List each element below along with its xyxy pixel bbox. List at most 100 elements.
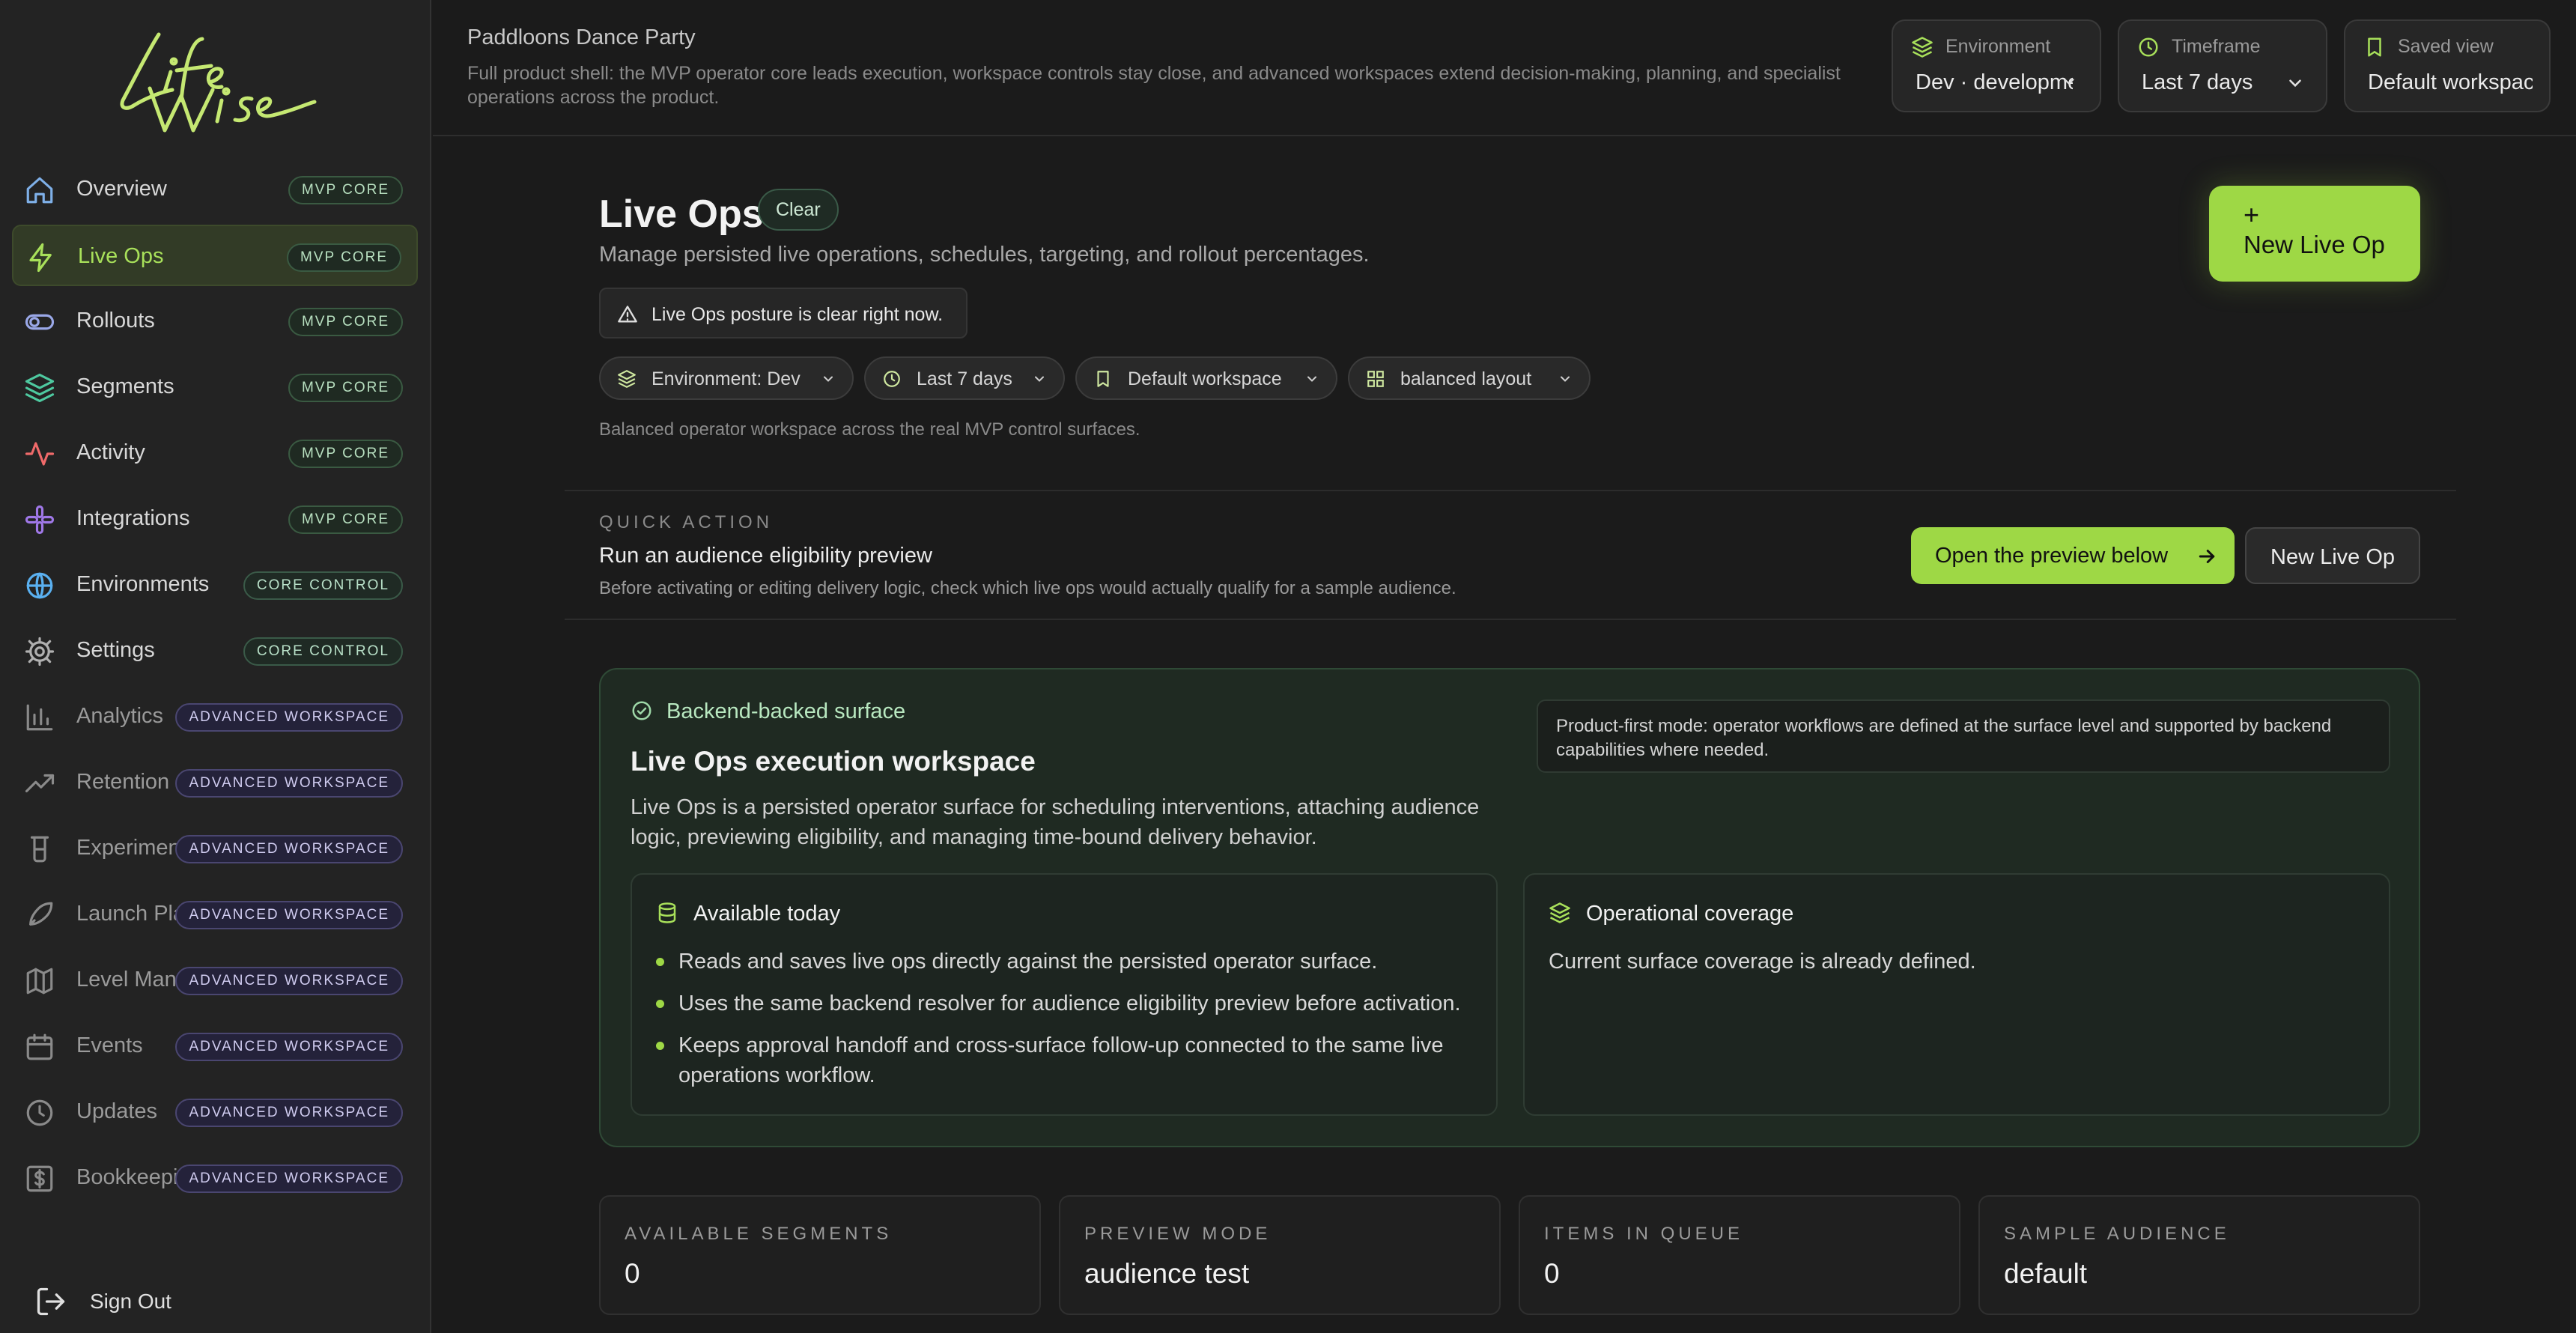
divider (565, 619, 2456, 620)
bookmark-icon (1093, 369, 1113, 389)
sidebar-item-label: Rollouts (76, 309, 155, 333)
timeframe-chip[interactable]: Last 7 days (864, 356, 1065, 400)
sidebar-item-badge: MVP CORE (288, 440, 403, 468)
stat-value: 0 (1544, 1258, 1560, 1289)
layers-icon (24, 372, 55, 404)
operational-coverage-text: Current surface coverage is already defi… (1549, 950, 1976, 974)
environment-selector[interactable]: Environment Dev · development (1892, 19, 2101, 112)
sidebar-item-launch-planning[interactable]: Launch Planning ADVANCED WORKSPACE (12, 884, 418, 945)
sidebar-item-experiments[interactable]: Experiments ADVANCED WORKSPACE (12, 818, 418, 879)
stat-card-items-in-queue: ITEMS IN QUEUE 0 (1519, 1195, 1960, 1315)
chevron-down-icon (2061, 73, 2080, 93)
saved-view-selector[interactable]: Saved view Default workspace (2344, 19, 2551, 112)
lifewise-logo[interactable] (112, 18, 322, 138)
operational-coverage-title: Operational coverage (1586, 902, 1794, 926)
chevron-down-icon (1304, 371, 1319, 386)
timeframe-selector[interactable]: Timeframe Last 7 days (2118, 19, 2327, 112)
layout-chip[interactable]: balanced layout (1348, 356, 1591, 400)
sidebar-item-overview[interactable]: Overview MVP CORE (12, 159, 418, 220)
sidebar-item-live-ops[interactable]: Live Ops MVP CORE (12, 225, 418, 286)
available-today-title: Available today (693, 902, 841, 926)
sidebar-item-settings[interactable]: Settings CORE CONTROL (12, 620, 418, 681)
beaker-icon (24, 833, 55, 865)
list-item: Keeps approval handoff and cross-surface… (656, 1030, 1480, 1090)
sidebar-item-badge: ADVANCED WORKSPACE (175, 703, 403, 732)
environment-chip-label: Environment: Dev (651, 368, 801, 389)
open-preview-button[interactable]: Open the preview below (1911, 527, 2235, 584)
lightning-icon (25, 242, 57, 273)
saved-view-label: Saved view (2398, 36, 2494, 57)
sidebar: Overview MVP CORE Live Ops MVP CORE Rollouts… (0, 0, 431, 1333)
list-item: Uses the same backend resolver for audie… (656, 989, 1480, 1018)
sidebar-item-retention[interactable]: Retention ADVANCED WORKSPACE (12, 752, 418, 813)
environment-label: Environment (1945, 36, 2051, 57)
sidebar-item-label: Settings (76, 638, 155, 662)
layout-note: Balanced operator workspace across the r… (599, 419, 1140, 440)
sidebar-item-events[interactable]: Events ADVANCED WORKSPACE (12, 1015, 418, 1077)
quick-action-title: Run an audience eligibility preview (599, 544, 932, 568)
surface-tag: Backend-backed surface (666, 699, 906, 723)
sidebar-item-label: Environments (76, 572, 210, 596)
layout-chip-label: balanced layout (1400, 368, 1532, 389)
sidebar-nav: Overview MVP CORE Live Ops MVP CORE Rollouts… (12, 159, 418, 1213)
sidebar-item-label: Segments (76, 374, 174, 398)
calendar-icon (24, 1031, 55, 1063)
sidebar-item-updates[interactable]: Updates ADVANCED WORKSPACE (12, 1081, 418, 1143)
chevron-down-icon (1558, 371, 1573, 386)
arrow-right-icon (2196, 545, 2218, 568)
globe-icon (24, 570, 55, 601)
sidebar-item-integrations[interactable]: Integrations MVP CORE (12, 488, 418, 550)
layers-icon (1549, 902, 1571, 924)
sidebar-item-badge: MVP CORE (286, 243, 401, 272)
dollar-icon (24, 1163, 55, 1194)
sidebar-item-analytics[interactable]: Analytics ADVANCED WORKSPACE (12, 686, 418, 747)
sidebar-item-environments[interactable]: Environments CORE CONTROL (12, 554, 418, 616)
stat-value: audience test (1084, 1258, 1250, 1289)
gear-icon (24, 636, 55, 667)
page-title: Live Ops (599, 192, 764, 236)
environment-chip[interactable]: Environment: Dev (599, 356, 854, 400)
sidebar-item-badge: ADVANCED WORKSPACE (175, 1099, 403, 1127)
layers-icon (1911, 36, 1933, 58)
stat-card-preview-mode: PREVIEW MODE audience test (1059, 1195, 1501, 1315)
sidebar-item-label: Analytics (76, 704, 164, 728)
pulse-icon (24, 438, 55, 470)
quick-new-live-op-label: New Live Op (2270, 545, 2396, 569)
sign-out-button[interactable]: Sign Out (34, 1279, 259, 1321)
workspace-chip[interactable]: Default workspace (1075, 356, 1337, 400)
sidebar-item-label: Updates (76, 1099, 158, 1123)
new-live-op-button[interactable]: + New Live Op (2209, 186, 2420, 282)
stat-card-sample-audience: SAMPLE AUDIENCE default (1978, 1195, 2420, 1315)
sidebar-item-bookkeeping[interactable]: Bookkeeping ADVANCED WORKSPACE (12, 1147, 418, 1209)
stat-label: SAMPLE AUDIENCE (2004, 1224, 2230, 1244)
page-subtitle: Manage persisted live operations, schedu… (599, 243, 1370, 267)
plus-icon: + (2244, 199, 2260, 230)
bar-chart-icon (24, 702, 55, 733)
sidebar-item-segments[interactable]: Segments MVP CORE (12, 356, 418, 418)
top-bar: Paddloons Dance Party Full product shell… (433, 0, 2576, 136)
operational-coverage-card: Operational coverage Current surface cov… (1523, 873, 2390, 1116)
sidebar-item-label: Retention (76, 770, 170, 794)
database-icon (656, 902, 678, 924)
quick-action-label: QUICK ACTION (599, 512, 774, 532)
available-today-list: Reads and saves live ops directly agains… (656, 947, 1480, 1102)
saved-view-value: Default workspace (2368, 70, 2533, 94)
sidebar-item-badge: CORE CONTROL (243, 571, 403, 600)
sidebar-item-badge: ADVANCED WORKSPACE (175, 1165, 403, 1193)
quick-action-description: Before activating or editing delivery lo… (599, 578, 1456, 598)
workspace-description: Live Ops is a persisted operator surface… (631, 795, 1480, 849)
status-badge: Clear (758, 189, 839, 231)
stat-label: PREVIEW MODE (1084, 1224, 1272, 1244)
sidebar-item-rollouts[interactable]: Rollouts MVP CORE (12, 291, 418, 352)
timeframe-value: Last 7 days (2142, 70, 2253, 94)
bookmark-icon (2363, 36, 2386, 58)
sidebar-item-badge: ADVANCED WORKSPACE (175, 901, 403, 929)
quick-new-live-op-button[interactable]: New Live Op (2245, 527, 2420, 584)
sidebar-item-level-management[interactable]: Level Management ADVANCED WORKSPACE (12, 950, 418, 1011)
timeframe-chip-label: Last 7 days (917, 368, 1012, 389)
sidebar-item-label: Live Ops (78, 244, 164, 268)
stat-value: default (2004, 1258, 2088, 1289)
sidebar-item-badge: MVP CORE (288, 308, 403, 336)
warning-icon (617, 304, 638, 325)
sidebar-item-activity[interactable]: Activity MVP CORE (12, 422, 418, 484)
